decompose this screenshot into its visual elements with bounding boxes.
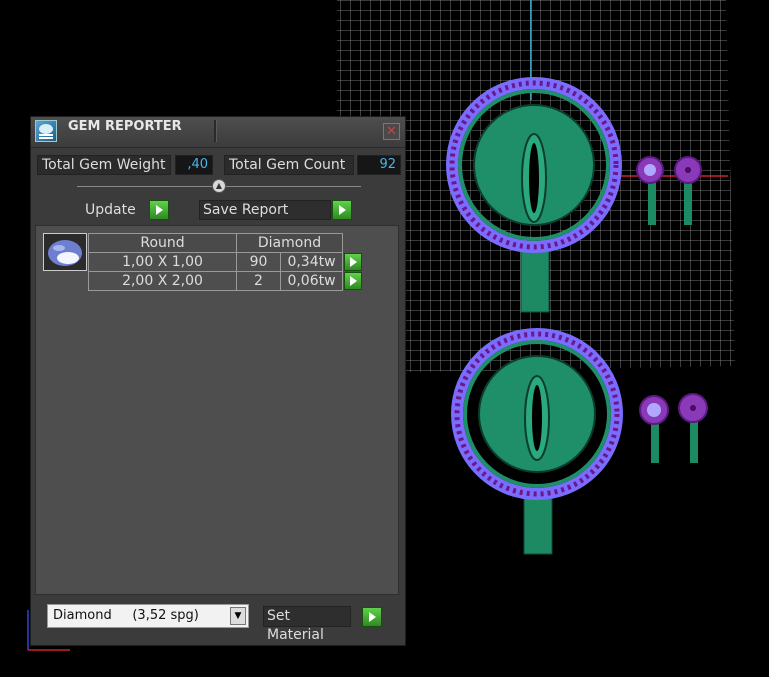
gem-size-cell: 1,00 X 1,00: [88, 252, 237, 272]
gem-count-cell: 90: [236, 252, 281, 272]
total-gem-count-label: Total Gem Count: [224, 155, 354, 175]
chevron-down-icon[interactable]: ▼: [230, 607, 246, 625]
gem-reporter-icon: [35, 120, 57, 142]
material-select-value: Diamond (3,52 spg): [53, 608, 199, 623]
collapse-toggle-icon[interactable]: ▲: [212, 179, 226, 193]
table-header-row: Round Diamond: [88, 233, 363, 253]
gem-weight-cell: 0,06tw: [280, 271, 343, 291]
set-material-button[interactable]: [362, 607, 382, 627]
title-separator: [214, 120, 217, 142]
total-gem-weight-label: Total Gem Weight: [37, 155, 171, 175]
table-row[interactable]: 1,00 X 1,00 90 0,34tw: [88, 252, 363, 272]
total-gem-weight-value: ,40: [175, 155, 213, 175]
table-row[interactable]: 2,00 X 2,00 2 0,06tw: [88, 271, 363, 291]
panel-titlebar[interactable]: GEM REPORTER ✕: [31, 117, 405, 148]
panel-title: GEM REPORTER: [68, 119, 182, 134]
save-report-label: Save Report: [199, 200, 331, 220]
close-icon[interactable]: ✕: [383, 123, 400, 140]
set-material-label: Set Material: [263, 606, 351, 643]
gem-table: Round Diamond 1,00 X 1,00 90 0,34tw 2,00…: [88, 233, 363, 291]
total-gem-count-value: 92: [357, 155, 401, 175]
update-label: Update: [85, 202, 136, 218]
shape-header: Round: [88, 233, 237, 253]
gem-weight-cell: 0,34tw: [280, 252, 343, 272]
save-report-button[interactable]: [332, 200, 352, 220]
row-select-button[interactable]: [344, 271, 362, 290]
update-button[interactable]: [149, 200, 169, 220]
gem-thumbnail: [43, 233, 87, 271]
gem-size-cell: 2,00 X 2,00: [88, 271, 237, 291]
material-select[interactable]: Diamond (3,52 spg) ▼: [47, 604, 249, 628]
row-select-button[interactable]: [344, 252, 362, 271]
gem-reporter-panel: GEM REPORTER ✕ Total Gem Weight ,40 Tota…: [30, 116, 406, 646]
gem-count-cell: 2: [236, 271, 281, 291]
material-header: Diamond: [236, 233, 343, 253]
